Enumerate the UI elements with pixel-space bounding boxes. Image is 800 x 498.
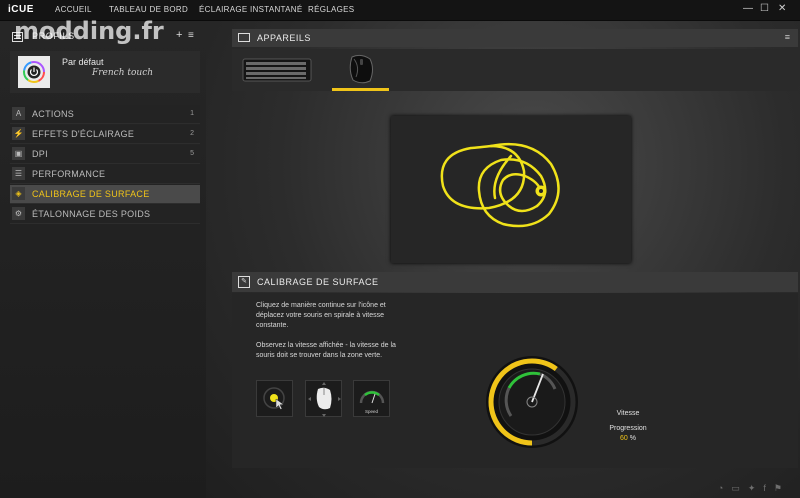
- profile-logo: [18, 56, 50, 88]
- click-target-tile[interactable]: [256, 380, 293, 417]
- menu-item-count: 2: [190, 130, 194, 137]
- close-button[interactable]: ✕: [778, 3, 786, 14]
- add-profile-button[interactable]: +: [176, 29, 182, 41]
- gauge-speed-label: Vitesse: [616, 410, 640, 417]
- profile-card[interactable]: Par défaut French touch: [10, 51, 200, 93]
- minimize-button[interactable]: —: [743, 3, 753, 14]
- corsair-icon[interactable]: ⚑: [774, 483, 790, 493]
- calibration-header: ✎ CALIBRAGE DE SURFACE: [232, 272, 798, 292]
- keyboard-icon: [238, 33, 250, 42]
- nav-tableau-de-bord[interactable]: TABLEAU DE BORD: [109, 5, 188, 14]
- menu-item-surface-calibration[interactable]: ◈ CALIBRAGE DE SURFACE: [10, 185, 200, 204]
- mouse-icon: [349, 54, 373, 84]
- maximize-button[interactable]: ☐: [760, 3, 769, 14]
- menu-item-label: ACTIONS: [32, 109, 75, 119]
- keyboard-device-tab[interactable]: [242, 57, 312, 83]
- mouse-move-tile: [305, 380, 342, 417]
- profiles-header: PROFILS + ≡: [10, 29, 200, 45]
- devices-title: APPAREILS: [257, 33, 311, 43]
- performance-icon: ☰: [12, 167, 25, 180]
- nav-eclairage-instantane[interactable]: ÉCLAIRAGE INSTANTANÉ: [199, 5, 303, 14]
- profile-subtitle: French touch: [92, 68, 154, 78]
- menu-item-label: EFFETS D'ÉCLAIRAGE: [32, 129, 135, 139]
- edit-icon: ✎: [238, 276, 250, 288]
- profile-name: Par défaut: [62, 57, 104, 67]
- menu-item-weight-calibration[interactable]: ⚙ ÉTALONNAGE DES POIDS: [10, 205, 200, 224]
- device-list: [232, 49, 798, 91]
- menu-item-label: PERFORMANCE: [32, 169, 106, 179]
- status-icon-1[interactable]: ◔: [718, 483, 731, 493]
- nav-accueil[interactable]: ACCUEIL: [55, 5, 92, 14]
- gauge-progress-label: Progression: [609, 425, 647, 432]
- gauge-dial: [486, 356, 578, 448]
- keyboard-icon: [242, 58, 312, 82]
- left-panel: PROFILS + ≡ modding.fr Par défaut French…: [0, 17, 206, 498]
- status-bar-icons: ◔▭✦f⚑: [718, 483, 790, 494]
- settings-menu: A ACTIONS 1 ⚡ EFFETS D'ÉCLAIRAGE 2 ▣ DPI…: [10, 105, 200, 225]
- devices-header: APPAREILS ≡: [232, 29, 798, 47]
- lightning-icon: ⚡: [12, 127, 25, 140]
- speed-gauge: Vitesse Progression 60 %: [484, 354, 647, 450]
- nav-reglages[interactable]: RÉGLAGES: [308, 5, 354, 14]
- menu-item-dpi[interactable]: ▣ DPI 5: [10, 145, 200, 164]
- twitter-icon[interactable]: ✦: [748, 483, 764, 493]
- menu-item-label: ÉTALONNAGE DES POIDS: [32, 209, 151, 219]
- menu-item-count: 5: [190, 150, 194, 157]
- selected-tab-underline: [332, 88, 389, 91]
- mouse-device-tab[interactable]: [332, 49, 389, 91]
- app-logo: iCUE: [8, 4, 34, 15]
- click-target-icon: [263, 387, 285, 410]
- calibration-instructions-1: Cliquez de manière continue sur l'icône …: [256, 302, 386, 329]
- calibration-instructions-2: Observez la vitesse affichée - la vitess…: [256, 342, 396, 359]
- menu-item-count: 1: [190, 110, 194, 117]
- menu-item-performance[interactable]: ☰ PERFORMANCE: [10, 165, 200, 184]
- weight-icon: ⚙: [12, 207, 25, 220]
- actions-icon: A: [12, 107, 25, 120]
- mouse-move-icon: [308, 382, 341, 417]
- chat-icon[interactable]: ▭: [731, 483, 748, 493]
- menu-item-label: CALIBRAGE DE SURFACE: [32, 189, 150, 199]
- calibration-title: CALIBRAGE DE SURFACE: [257, 277, 379, 287]
- devices-menu-button[interactable]: ≡: [785, 32, 790, 42]
- menu-item-actions[interactable]: A ACTIONS 1: [10, 105, 200, 124]
- spiral-trace: [440, 142, 560, 228]
- speed-tile-label: Speed: [364, 409, 378, 414]
- profiles-icon: [12, 32, 23, 42]
- dpi-icon: ▣: [12, 147, 25, 160]
- facebook-icon[interactable]: f: [763, 483, 774, 493]
- icue-logo-icon: [23, 61, 45, 83]
- main-panel: APPAREILS ≡ ✎ CALIBRAGE DE SURFACE Cliqu…: [206, 21, 800, 498]
- profiles-menu-button[interactable]: ≡: [188, 30, 194, 41]
- title-bar: iCUE ACCUEIL TABLEAU DE BORD ÉCLAIRAGE I…: [0, 0, 800, 21]
- speed-tile: Speed: [353, 380, 390, 417]
- progress-value: 60: [620, 435, 628, 442]
- progress-unit: %: [629, 435, 636, 442]
- calibration-drawing-area[interactable]: [391, 116, 631, 263]
- gauge-progress-value: 60 %: [580, 435, 676, 442]
- surface-calibration-icon: ◈: [12, 187, 25, 200]
- profiles-title: PROFILS: [32, 31, 75, 41]
- menu-item-label: DPI: [32, 149, 48, 159]
- calibration-panel: Cliquez de manière continue sur l'icône …: [232, 293, 798, 468]
- menu-item-lighting-effects[interactable]: ⚡ EFFETS D'ÉCLAIRAGE 2: [10, 125, 200, 144]
